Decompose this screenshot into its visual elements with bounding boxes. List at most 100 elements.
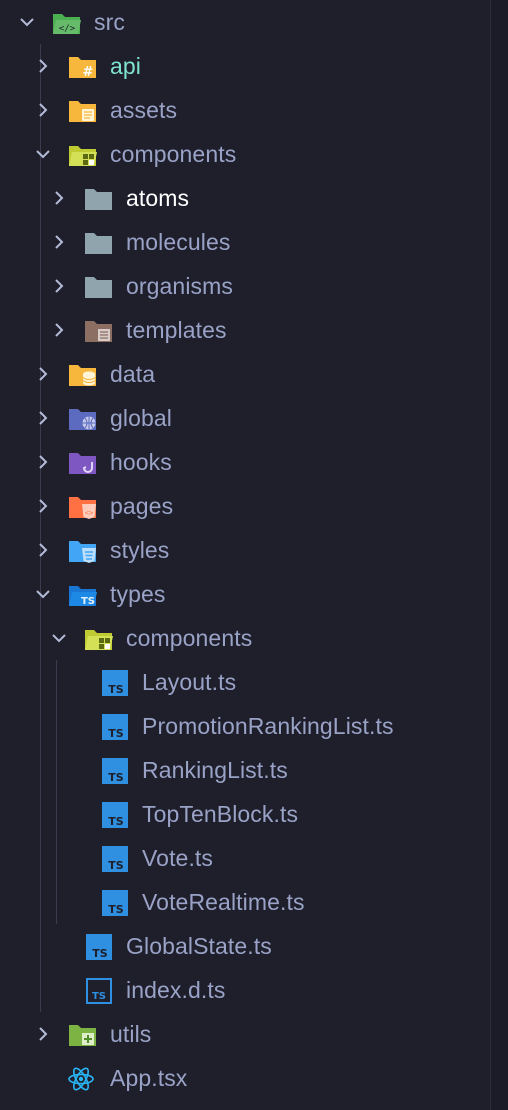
svg-text:TS: TS bbox=[92, 991, 106, 1002]
folder-src-open-icon: </> bbox=[53, 14, 81, 34]
tree-item-organisms[interactable]: organisms bbox=[0, 264, 490, 308]
chevron-right-icon[interactable] bbox=[50, 189, 68, 207]
chevron-right-icon[interactable] bbox=[50, 233, 68, 251]
tree-item-types-components[interactable]: components bbox=[0, 616, 490, 660]
tree-item-app-tsx[interactable]: App.tsx bbox=[0, 1056, 490, 1100]
chevron-right-icon[interactable] bbox=[34, 57, 52, 75]
folder-utils-icon bbox=[69, 1025, 96, 1046]
chevron-right-icon[interactable] bbox=[34, 101, 52, 119]
tree-item-globalstate-ts[interactable]: TS GlobalState.ts bbox=[0, 924, 490, 968]
tree-item-index-d-ts[interactable]: TS index.d.ts bbox=[0, 968, 490, 1012]
chevron-right-icon[interactable] bbox=[50, 321, 68, 339]
tree-item-label: templates bbox=[126, 317, 227, 343]
svg-text:<>: <> bbox=[85, 509, 93, 517]
chevron-right-icon[interactable] bbox=[34, 365, 52, 383]
svg-text:TS: TS bbox=[108, 859, 124, 872]
tree-item-components[interactable]: components bbox=[0, 132, 490, 176]
tree-item-label: assets bbox=[110, 97, 178, 123]
tree-item-label: types bbox=[110, 581, 166, 607]
tree-item-label: src bbox=[94, 9, 125, 35]
typescript-file-icon: TS bbox=[102, 714, 128, 740]
svg-text:TS: TS bbox=[108, 903, 124, 916]
tree-item-templates[interactable]: templates bbox=[0, 308, 490, 352]
typescript-file-icon: TS bbox=[102, 758, 128, 784]
tree-item-label: index.d.ts bbox=[126, 977, 226, 1003]
svg-text:TS: TS bbox=[81, 596, 95, 607]
typescript-file-icon: TS bbox=[102, 890, 128, 916]
svg-text:</>: </> bbox=[59, 24, 76, 34]
chevron-right-icon[interactable] bbox=[34, 409, 52, 427]
tree-item-label: data bbox=[110, 361, 156, 387]
tree-item-label: global bbox=[110, 405, 172, 431]
typescript-file-icon: TS bbox=[102, 802, 128, 828]
tree-item-label: pages bbox=[110, 493, 174, 519]
scrollbar-track[interactable] bbox=[490, 0, 508, 1110]
folder-api-icon: # bbox=[69, 57, 96, 80]
folder-data-icon bbox=[69, 365, 96, 386]
tree-item-promotionrankinglist-ts[interactable]: TS PromotionRankingList.ts bbox=[0, 704, 490, 748]
tree-item-global[interactable]: global bbox=[0, 396, 490, 440]
chevron-down-icon[interactable] bbox=[50, 629, 68, 647]
tree-item-label: App.tsx bbox=[110, 1065, 188, 1091]
react-icon bbox=[68, 1067, 94, 1091]
tree-item-atoms[interactable]: atoms bbox=[0, 176, 490, 220]
tree-item-label: hooks bbox=[110, 449, 172, 475]
tree-item-hooks[interactable]: hooks bbox=[0, 440, 490, 484]
tree-item-vote-ts[interactable]: TS Vote.ts bbox=[0, 836, 490, 880]
chevron-right-icon[interactable] bbox=[34, 541, 52, 559]
tree-item-voterealtime-ts[interactable]: TS VoteRealtime.ts bbox=[0, 880, 490, 924]
svg-text:TS: TS bbox=[108, 683, 124, 696]
chevron-down-icon[interactable] bbox=[18, 13, 36, 31]
folder-hooks-icon bbox=[69, 453, 96, 474]
tree-item-pages[interactable]: <> pages bbox=[0, 484, 490, 528]
folder-plain-icon bbox=[85, 233, 112, 254]
svg-text:TS: TS bbox=[108, 815, 124, 828]
tree-item-layout-ts[interactable]: TS Layout.ts bbox=[0, 660, 490, 704]
tree-item-label: atoms bbox=[126, 185, 190, 211]
tree-item-label: organisms bbox=[126, 273, 233, 299]
chevron-right-icon[interactable] bbox=[50, 277, 68, 295]
folder-types-open-icon: TS bbox=[69, 586, 97, 607]
folder-components-open-icon bbox=[69, 146, 97, 166]
tree-item-toptenblock-ts[interactable]: TS TopTenBlock.ts bbox=[0, 792, 490, 836]
folder-global-icon bbox=[69, 409, 96, 430]
tree-item-rankinglist-ts[interactable]: TS RankingList.ts bbox=[0, 748, 490, 792]
tree-item-label: utils bbox=[110, 1021, 152, 1047]
tree-item-src[interactable]: </> src bbox=[0, 0, 490, 44]
chevron-right-icon[interactable] bbox=[34, 497, 52, 515]
tree-item-assets[interactable]: assets bbox=[0, 88, 490, 132]
folder-styles-icon bbox=[69, 541, 96, 563]
tree-item-utils[interactable]: utils bbox=[0, 1012, 490, 1056]
tree-item-api[interactable]: # api bbox=[0, 44, 490, 88]
typescript-file-icon: TS bbox=[86, 934, 112, 960]
folder-components-open-icon bbox=[85, 630, 113, 650]
chevron-down-icon[interactable] bbox=[34, 585, 52, 603]
svg-text:TS: TS bbox=[108, 771, 124, 784]
tree-item-data[interactable]: data bbox=[0, 352, 490, 396]
folder-plain-icon bbox=[85, 277, 112, 298]
tree-item-types[interactable]: TS types bbox=[0, 572, 490, 616]
tree-item-label: TopTenBlock.ts bbox=[142, 801, 299, 827]
svg-text:#: # bbox=[83, 65, 94, 80]
tree-item-label: Vote.ts bbox=[142, 845, 214, 871]
typescript-definition-icon: TS bbox=[86, 978, 112, 1004]
chevron-right-icon[interactable] bbox=[34, 453, 52, 471]
folder-assets-icon bbox=[69, 101, 96, 122]
svg-text:TS: TS bbox=[92, 947, 108, 960]
chevron-right-icon[interactable] bbox=[34, 1025, 52, 1043]
tree-item-label: api bbox=[110, 53, 141, 79]
tree-item-label: components bbox=[126, 625, 253, 651]
tree-item-molecules[interactable]: molecules bbox=[0, 220, 490, 264]
tree-item-label: components bbox=[110, 141, 237, 167]
tree-item-label: VoteRealtime.ts bbox=[142, 889, 305, 915]
tree-item-label: RankingList.ts bbox=[142, 757, 288, 783]
tree-item-label: styles bbox=[110, 537, 170, 563]
tree-item-styles[interactable]: styles bbox=[0, 528, 490, 572]
folder-templates-icon bbox=[85, 321, 112, 342]
tree-item-label: molecules bbox=[126, 229, 231, 255]
tree-item-label: Layout.ts bbox=[142, 669, 237, 695]
tree-item-label: PromotionRankingList.ts bbox=[142, 713, 394, 739]
tree-item-label: GlobalState.ts bbox=[126, 933, 272, 959]
chevron-down-icon[interactable] bbox=[34, 145, 52, 163]
svg-text:TS: TS bbox=[108, 727, 124, 740]
